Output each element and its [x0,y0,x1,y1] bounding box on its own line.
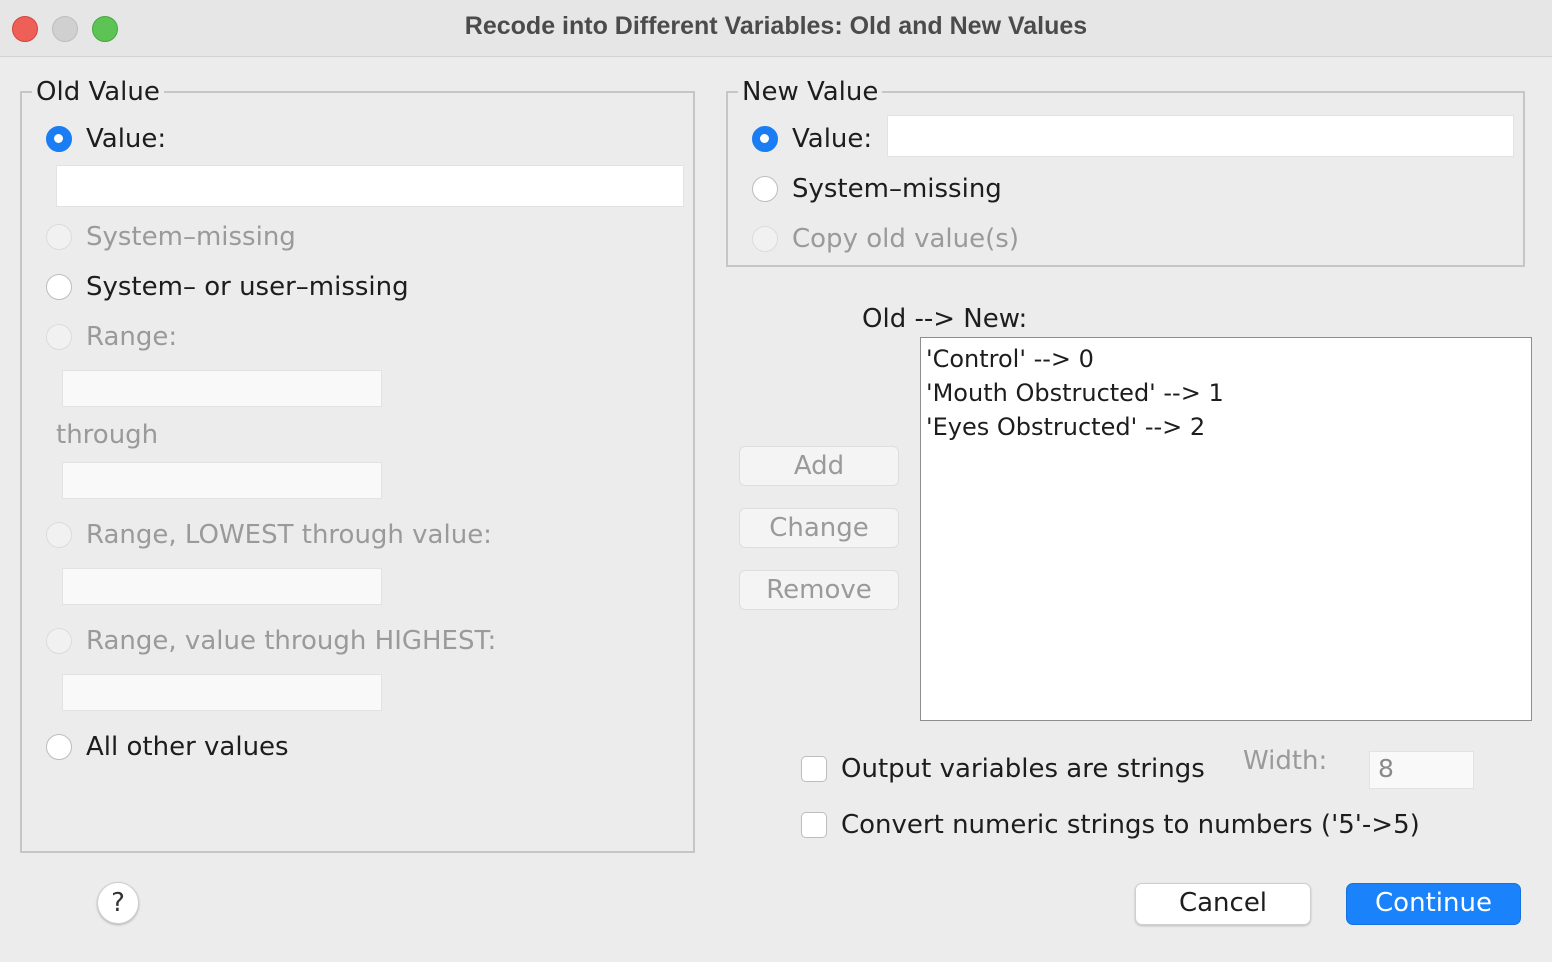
old-range-highest-radio-button[interactable] [46,628,72,654]
old-system-missing-label: System–missing [86,222,296,252]
new-value-radio-label: Value: [792,124,873,154]
old-new-list[interactable]: 'Control' --> 0 'Mouth Obstructed' --> 1… [920,337,1532,721]
new-value-input[interactable] [887,115,1514,157]
cancel-button[interactable]: Cancel [1135,883,1311,925]
output-strings-checkbox-box[interactable] [801,756,827,782]
window-title: Recode into Different Variables: Old and… [464,12,1088,40]
old-new-label: Old --> New: [862,304,1028,334]
output-strings-checkbox[interactable]: Output variables are strings [801,754,1205,784]
new-value-radio-button[interactable] [752,126,778,152]
copy-old-values-radio-button[interactable] [752,226,778,252]
old-range-lowest-radio-button[interactable] [46,522,72,548]
old-all-other-radio-button[interactable] [46,734,72,760]
old-value-radio-label: Value: [86,124,167,154]
range-lowest-input[interactable] [62,568,382,605]
new-system-missing-radio[interactable]: System–missing [752,174,1002,204]
range-to-input[interactable] [62,462,382,499]
old-range-radio-button[interactable] [46,324,72,350]
convert-numeric-label: Convert numeric strings to numbers ('5'-… [841,810,1420,840]
old-range-highest-radio[interactable]: Range, value through HIGHEST: [46,626,496,656]
width-input[interactable]: 8 [1369,751,1474,789]
remove-button[interactable]: Remove [739,570,899,610]
list-item[interactable]: 'Mouth Obstructed' --> 1 [921,376,1531,410]
old-system-or-user-missing-radio-button[interactable] [46,274,72,300]
copy-old-values-label: Copy old value(s) [792,224,1019,254]
convert-numeric-checkbox-box[interactable] [801,812,827,838]
old-all-other-radio[interactable]: All other values [46,732,289,762]
old-system-missing-radio-button[interactable] [46,224,72,250]
old-value-radio[interactable]: Value: [46,124,166,154]
range-highest-input[interactable] [62,674,382,711]
old-value-radio-button[interactable] [46,126,72,152]
range-from-input[interactable] [62,370,382,407]
new-value-radio[interactable]: Value: [752,124,872,154]
width-label: Width: [1243,746,1328,776]
title-bar: Recode into Different Variables: Old and… [0,0,1552,57]
through-label: through [56,420,159,450]
old-range-lowest-label: Range, LOWEST through value: [86,520,492,550]
list-item[interactable]: 'Eyes Obstructed' --> 2 [921,410,1531,444]
old-system-or-user-missing-radio[interactable]: System– or user–missing [46,272,409,302]
list-item[interactable]: 'Control' --> 0 [921,342,1531,376]
help-button[interactable]: ? [97,882,139,924]
old-range-highest-label: Range, value through HIGHEST: [86,626,497,656]
old-system-or-user-missing-label: System– or user–missing [86,272,409,302]
copy-old-values-radio[interactable]: Copy old value(s) [752,224,1019,254]
continue-button[interactable]: Continue [1346,883,1521,925]
add-button[interactable]: Add [739,446,899,486]
old-value-legend: Old Value [32,77,164,107]
old-value-input[interactable] [56,165,684,207]
old-all-other-label: All other values [86,732,289,762]
output-strings-label: Output variables are strings [841,754,1205,784]
old-range-lowest-radio[interactable]: Range, LOWEST through value: [46,520,492,550]
old-range-label: Range: [86,322,178,352]
change-button[interactable]: Change [739,508,899,548]
new-system-missing-label: System–missing [792,174,1002,204]
convert-numeric-checkbox[interactable]: Convert numeric strings to numbers ('5'-… [801,810,1420,840]
new-system-missing-radio-button[interactable] [752,176,778,202]
new-value-legend: New Value [738,77,883,107]
old-system-missing-radio[interactable]: System–missing [46,222,296,252]
old-range-radio[interactable]: Range: [46,322,177,352]
